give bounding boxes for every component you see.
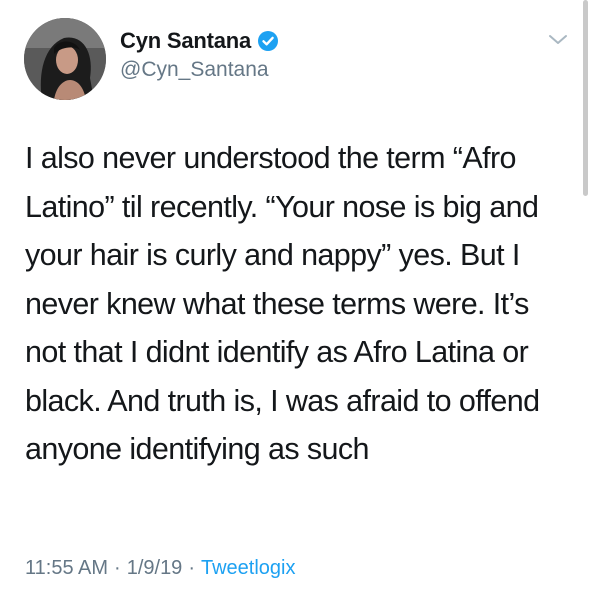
tweet-text: I also never understood the term “Afro L… (25, 141, 540, 466)
avatar[interactable] (24, 18, 106, 100)
tweet-metadata: 11:55 AM · 1/9/19 · Tweetlogix (25, 557, 295, 580)
meta-separator: · (114, 557, 121, 579)
chevron-down-icon[interactable] (547, 32, 569, 48)
scrollbar[interactable] (583, 0, 588, 196)
tweet-time: 11:55 AM (25, 557, 109, 579)
tweet-date: 1/9/19 (126, 557, 183, 579)
display-name[interactable]: Cyn Santana (120, 28, 251, 54)
meta-separator: · (188, 557, 195, 579)
avatar-photo-icon (24, 18, 106, 100)
verified-badge-icon (257, 30, 279, 52)
tweet-card: Cyn Santana @Cyn_Santana I also never un… (0, 0, 592, 600)
author-name-row[interactable]: Cyn Santana (120, 25, 279, 57)
tweet-source-link[interactable]: Tweetlogix (201, 557, 296, 580)
user-handle[interactable]: @Cyn_Santana (120, 58, 269, 82)
